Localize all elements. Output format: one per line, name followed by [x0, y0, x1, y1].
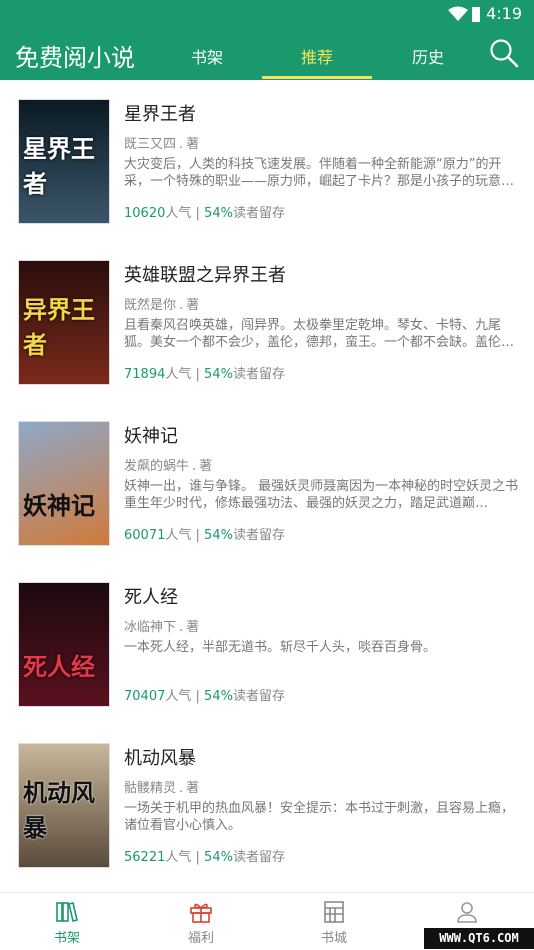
- book-author: 发飙的蜗牛. 著: [124, 459, 213, 474]
- status-time: 4:19: [486, 4, 522, 23]
- book-title: 死人经: [124, 587, 178, 608]
- book-stats: 56221人气 | 54%读者留存: [124, 850, 285, 865]
- status-bar: 4:19: [0, 0, 534, 28]
- book-description: 且看秦风召唤英雄，闯异界。太极拳里定乾坤。琴女、卡特、九尾狐。美女一个都不会少，…: [124, 318, 515, 350]
- active-tab-indicator: [262, 76, 372, 79]
- tab-recommend[interactable]: 推荐: [301, 44, 333, 68]
- book-cover: 星界王者: [18, 99, 110, 224]
- bookstore-icon: [324, 901, 344, 923]
- battery-icon: [472, 7, 480, 22]
- user-icon: [457, 902, 477, 923]
- book-cover-text: 死人经: [23, 653, 95, 681]
- search-icon[interactable]: [489, 38, 519, 68]
- nav-bookshelf[interactable]: 书架: [0, 893, 134, 950]
- app-title: 免费阅小说: [15, 44, 135, 72]
- book-cover: 机动风暴: [18, 743, 110, 868]
- book-title: 星界王者: [124, 104, 196, 125]
- book-author: 骷髅精灵. 著: [124, 781, 200, 796]
- book-cover: 异界王者: [18, 260, 110, 385]
- watermark: WWW.QT6.COM: [424, 928, 534, 949]
- book-stats: 10620人气 | 54%读者留存: [124, 206, 285, 221]
- tab-bookshelf[interactable]: 书架: [191, 44, 223, 68]
- bookshelf-icon: [56, 902, 78, 922]
- book-cover-text: 星界王者: [23, 135, 95, 198]
- book-title: 英雄联盟之异界王者: [124, 265, 286, 286]
- book-description: 妖神一出，谁与争锋。 最强妖灵师聂离因为一本神秘的时空妖灵之书重生年少时代，修炼…: [124, 479, 519, 511]
- nav-label: 书城: [320, 931, 347, 946]
- tab-history[interactable]: 历史: [412, 44, 444, 68]
- nav-bookstore[interactable]: 书城: [267, 893, 401, 950]
- book-author: 既然是你. 著: [124, 298, 200, 313]
- book-item[interactable]: 死人经 死人经 冰临神下. 著 一本死人经，半部无道书。斩尽千人头，啖吞百身骨。 …: [0, 563, 534, 724]
- book-description: 一本死人经，半部无道书。斩尽千人头，啖吞百身骨。: [124, 640, 437, 655]
- book-title: 妖神记: [124, 426, 178, 447]
- book-cover-text: 机动风暴: [23, 779, 95, 842]
- nav-label: 书架: [53, 931, 80, 946]
- book-author: 冰临神下. 著: [124, 620, 200, 635]
- book-title: 机动风暴: [124, 748, 196, 769]
- nav-label: 福利: [187, 931, 214, 946]
- book-item[interactable]: 星界王者 星界王者 既三又四. 著 大灾变后，人类的科技飞速发展。伴随着一种全新能…: [0, 80, 534, 241]
- wifi-icon: [448, 6, 468, 21]
- book-stats: 71894人气 | 54%读者留存: [124, 367, 285, 382]
- book-cover-text: 异界王者: [23, 296, 95, 359]
- gift-icon: [190, 903, 212, 923]
- book-stats: 70407人气 | 54%读者留存: [124, 689, 285, 704]
- book-description: 一场关于机甲的热血风暴！安全提示：本书过于刺激，且容易上瘾，诸位看官小心慎入。: [124, 801, 515, 833]
- book-item[interactable]: 异界王者 英雄联盟之异界王者 既然是你. 著 且看秦风召唤英雄，闯异界。太极拳里定…: [0, 241, 534, 402]
- book-item[interactable]: 机动风暴 机动风暴 骷髅精灵. 著 一场关于机甲的热血风暴！安全提示：本书过于刺激…: [0, 724, 534, 885]
- book-author: 既三又四. 著: [124, 137, 200, 152]
- app-bar: 免费阅小说 书架 推荐 历史: [0, 28, 534, 80]
- book-cover: 死人经: [18, 582, 110, 707]
- book-item[interactable]: 妖神记 妖神记 发飙的蜗牛. 著 妖神一出，谁与争锋。 最强妖灵师聂离因为一本神秘…: [0, 402, 534, 563]
- book-stats: 60071人气 | 54%读者留存: [124, 528, 285, 543]
- book-cover: 妖神记: [18, 421, 110, 546]
- book-description: 大灾变后，人类的科技飞速发展。伴随着一种全新能源“原力”的开采，一个特殊的职业—…: [124, 157, 515, 189]
- nav-welfare[interactable]: 福利: [134, 893, 268, 950]
- book-list[interactable]: 星界王者 星界王者 既三又四. 著 大灾变后，人类的科技飞速发展。伴随着一种全新能…: [0, 80, 534, 892]
- book-cover-text: 妖神记: [23, 492, 95, 520]
